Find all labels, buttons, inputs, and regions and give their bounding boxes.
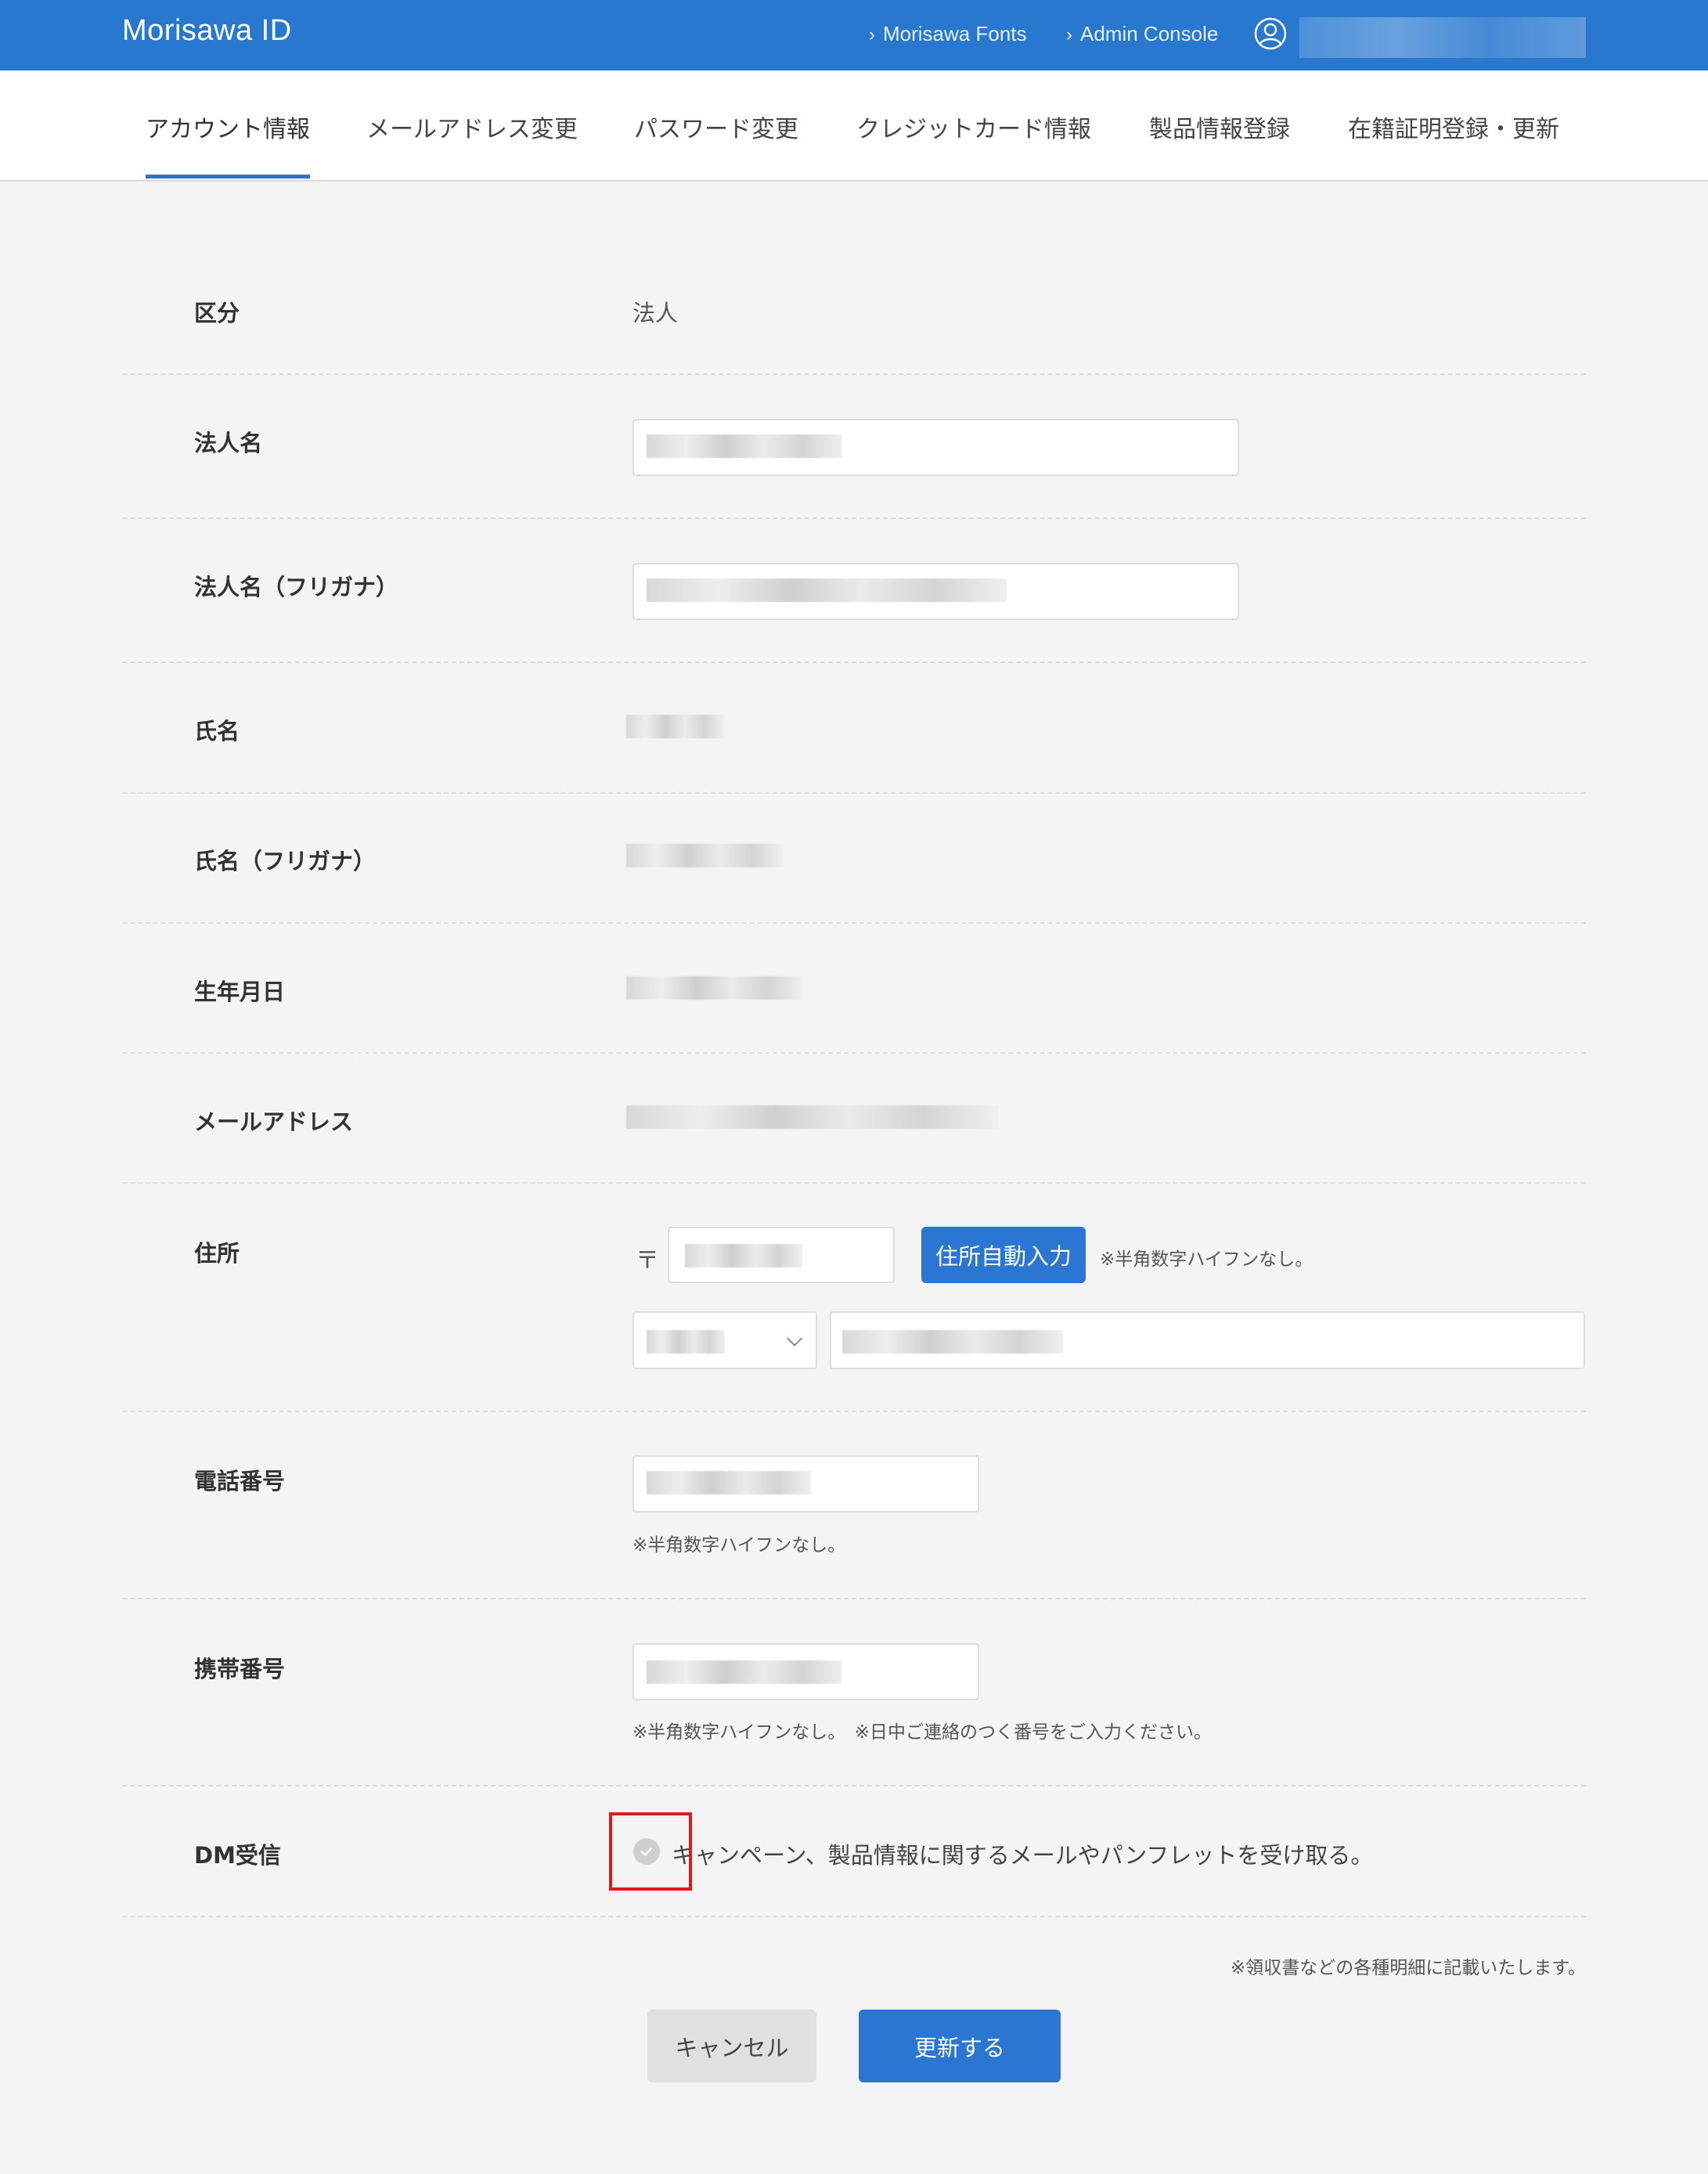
- cancel-button[interactable]: キャンセル: [647, 2010, 816, 2082]
- email-value-redacted: [626, 1105, 998, 1129]
- company-kana-input[interactable]: [632, 563, 1239, 620]
- update-button[interactable]: 更新する: [859, 2010, 1061, 2082]
- dm-label: DM受信: [194, 1842, 281, 1869]
- row-divider: [122, 1411, 1586, 1412]
- row-divider: [122, 1598, 1586, 1599]
- row-divider: [122, 373, 1586, 375]
- phone-input[interactable]: [632, 1455, 979, 1512]
- morisawa-fonts-link[interactable]: › Morisawa Fonts: [869, 22, 1027, 46]
- birthday-value-redacted: [626, 976, 802, 1000]
- account-tabs: アカウント情報 メールアドレス変更 パスワード変更 クレジットカード情報 製品情…: [0, 70, 1708, 182]
- redacted-value: [842, 1330, 1063, 1354]
- category-label: 区分: [194, 300, 240, 326]
- redacted-value: [647, 579, 1007, 602]
- admin-console-link-label: Admin Console: [1080, 22, 1219, 45]
- redacted-value: [647, 434, 842, 458]
- postal-note: ※半角数字ハイフンなし。: [1100, 1249, 1313, 1270]
- brand-logo-text[interactable]: Morisawa ID: [122, 14, 292, 48]
- company-name-input[interactable]: [632, 419, 1239, 476]
- row-divider: [122, 662, 1586, 663]
- row-divider: [122, 517, 1586, 519]
- admin-console-link[interactable]: › Admin Console: [1066, 22, 1218, 46]
- tab-account-info[interactable]: アカウント情報: [146, 110, 310, 178]
- row-divider: [122, 1785, 1586, 1786]
- address-autofill-button[interactable]: 住所自動入力: [921, 1227, 1086, 1283]
- category-value: 法人: [632, 300, 679, 326]
- morisawa-fonts-link-label: Morisawa Fonts: [883, 22, 1027, 45]
- name-kana-value-redacted: [626, 844, 783, 867]
- redacted-value: [647, 1330, 725, 1354]
- name-label: 氏名: [194, 718, 240, 744]
- chevron-down-icon: [787, 1331, 802, 1347]
- chevron-right-icon: ›: [1066, 24, 1072, 45]
- address-label: 住所: [194, 1240, 240, 1267]
- highlight-box: [609, 1812, 692, 1891]
- postal-mark: 〒: [636, 1247, 659, 1274]
- postal-code-input[interactable]: [668, 1227, 895, 1283]
- username-redacted[interactable]: [1299, 17, 1586, 58]
- row-divider: [122, 1052, 1586, 1054]
- redacted-value: [647, 1660, 842, 1684]
- name-value-redacted: [626, 715, 724, 738]
- mobile-note: ※半角数字ハイフンなし。 ※日中ご連絡のつく番号をご入力ください。: [632, 1722, 1213, 1743]
- row-divider: [122, 922, 1586, 924]
- tab-credit-card[interactable]: クレジットカード情報: [856, 110, 1091, 178]
- company-name-label: 法人名: [194, 430, 263, 456]
- address-line-input[interactable]: [830, 1311, 1585, 1369]
- email-label: メールアドレス: [194, 1109, 354, 1135]
- birthday-label: 生年月日: [194, 979, 286, 1005]
- tab-password-change[interactable]: パスワード変更: [634, 110, 798, 178]
- row-divider: [122, 1182, 1586, 1184]
- tab-product-registration[interactable]: 製品情報登録: [1149, 110, 1290, 178]
- phone-note: ※半角数字ハイフンなし。: [632, 1535, 846, 1556]
- redacted-value: [685, 1244, 802, 1267]
- tab-email-change[interactable]: メールアドレス変更: [366, 110, 578, 178]
- row-divider: [122, 792, 1586, 794]
- prefecture-select[interactable]: [632, 1311, 817, 1369]
- top-header-bar: Morisawa ID › Morisawa Fonts › Admin Conso…: [0, 0, 1708, 70]
- row-divider: [122, 1916, 1586, 1917]
- user-avatar-icon[interactable]: [1254, 17, 1287, 50]
- dm-checkbox-label[interactable]: キャンペーン、製品情報に関するメールやパンフレットを受け取る。: [672, 1837, 1373, 1870]
- phone-label: 電話番号: [194, 1468, 286, 1494]
- name-kana-label: 氏名（フリガナ）: [194, 848, 377, 874]
- mobile-input[interactable]: [632, 1643, 979, 1700]
- receipt-note: ※領収書などの各種明細に記載いたします。: [1231, 1958, 1586, 1978]
- redacted-value: [647, 1471, 811, 1494]
- mobile-label: 携帯番号: [194, 1656, 286, 1682]
- tab-enrollment-certificate[interactable]: 在籍証明登録・更新: [1348, 110, 1559, 178]
- chevron-right-icon: ›: [869, 24, 875, 45]
- company-kana-label: 法人名（フリガナ）: [194, 574, 399, 600]
